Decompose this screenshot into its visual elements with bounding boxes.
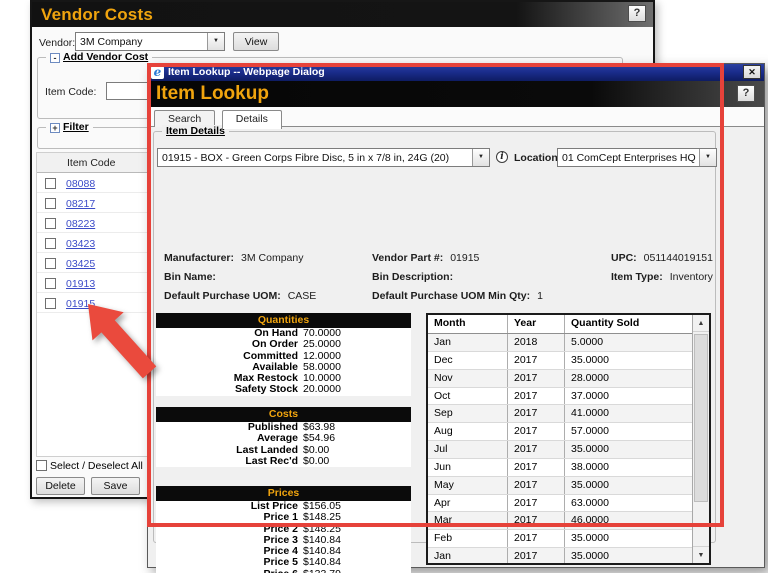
table-row: May 2017 35.0000 — [428, 477, 709, 495]
quantities-header: Quantities — [156, 313, 411, 328]
location-select[interactable]: 01 ComCept Enterprises HQ ▼ — [557, 148, 717, 167]
column-quantity-sold[interactable]: Quantity Sold — [565, 315, 692, 333]
dialog-header: Item Lookup ? — [148, 81, 764, 107]
table-row: Apr 2017 63.0000 — [428, 495, 709, 513]
info-column-2: Vendor Part #:01915Bin Description:Defau… — [372, 252, 543, 309]
usage-table-header: Month Year Quantity Sold — [428, 315, 709, 334]
costs-section: Costs Published$63.98Average$54.96Last L… — [156, 407, 411, 467]
prices-header: Prices — [156, 486, 411, 501]
info-field: Manufacturer:3M Company — [164, 252, 316, 271]
dialog-body: Item Details 01915 - BOX - Green Corps F… — [148, 127, 764, 567]
help-button[interactable]: ? — [628, 5, 646, 22]
item-code-link[interactable]: 01913 — [66, 278, 95, 290]
table-row: Mar 2017 46.0000 — [428, 512, 709, 530]
info-field: Default Purchase UOM:CASE — [164, 290, 316, 309]
row-checkbox[interactable] — [45, 238, 56, 249]
info-field: Bin Description: — [372, 271, 543, 290]
close-icon[interactable]: ✕ — [743, 65, 761, 79]
column-month[interactable]: Month — [428, 315, 508, 333]
tab-strip: Search Details — [148, 107, 764, 127]
item-code-link[interactable]: 08088 — [66, 178, 95, 190]
save-button[interactable]: Save — [91, 477, 140, 495]
info-field: Bin Name: — [164, 271, 316, 290]
prices-section: Prices List Price$156.05Price 1$148.25Pr… — [156, 486, 411, 573]
quantity-row: On Order25.0000 — [156, 339, 411, 350]
filter-legend: Filter — [63, 121, 89, 133]
expand-icon[interactable]: + — [50, 123, 60, 133]
view-button[interactable]: View — [233, 32, 279, 51]
vendor-select[interactable]: 3M Company ▼ — [75, 32, 225, 51]
delete-button[interactable]: Delete — [36, 477, 85, 495]
scroll-up-icon[interactable]: ▲ — [693, 315, 709, 332]
price-row: Price 6$133.79 — [156, 569, 411, 573]
info-field: Item Type:Inventory — [611, 271, 713, 290]
info-field: Vendor Part #:01915 — [372, 252, 543, 271]
cost-row: Average$54.96 — [156, 433, 411, 444]
quantity-row: Safety Stock20.0000 — [156, 384, 411, 395]
vendor-costs-title: Vendor Costs — [32, 2, 653, 27]
item-code-link[interactable]: 03425 — [66, 258, 95, 270]
info-column-3: UPC:051144019151Item Type:Inventory — [611, 252, 713, 290]
table-row: Jan 2018 5.0000 — [428, 334, 709, 352]
row-checkbox[interactable] — [45, 178, 56, 189]
page-title: Item Lookup — [148, 81, 764, 107]
row-checkbox[interactable] — [45, 278, 56, 289]
row-checkbox[interactable] — [45, 198, 56, 209]
row-checkbox[interactable] — [45, 218, 56, 229]
info-field: Default Purchase UOM Min Qty:1 — [372, 290, 543, 309]
table-row: Jan 2017 35.0000 — [428, 548, 709, 565]
dialog-titlebar[interactable]: e Item Lookup -- Webpage Dialog ✕ — [148, 64, 764, 81]
scrollbar-thumb[interactable] — [694, 334, 708, 502]
scrollbar[interactable]: ▲ ▼ — [692, 315, 709, 563]
dialog-title: Item Lookup -- Webpage Dialog — [148, 64, 764, 81]
usage-table: Month Year Quantity Sold Jan 2018 5.0000 — [426, 313, 711, 565]
info-column-1: Manufacturer:3M CompanyBin Name:Default … — [164, 252, 316, 309]
table-row: Aug 2017 57.0000 — [428, 423, 709, 441]
table-row: Sep 2017 41.0000 — [428, 405, 709, 423]
info-icon[interactable]: i — [496, 151, 508, 163]
usage-rows: Jan 2018 5.0000 Dec 2017 35.0000 Nov — [428, 334, 709, 565]
internet-explorer-icon: e — [151, 66, 164, 79]
item-details-legend: Item Details — [162, 125, 229, 137]
column-year[interactable]: Year — [508, 315, 565, 333]
table-row: Nov 2017 28.0000 — [428, 370, 709, 388]
vendor-label: Vendor: — [39, 37, 75, 49]
red-arrow-annotation — [53, 298, 163, 398]
row-checkbox[interactable] — [45, 258, 56, 269]
select-all-checkbox[interactable] — [36, 460, 47, 471]
chevron-down-icon: ▼ — [207, 33, 224, 50]
location-label: Location: — [514, 152, 561, 164]
add-vendor-cost-legend: Add Vendor Cost — [63, 51, 148, 63]
price-row: Price 1$148.25 — [156, 512, 411, 523]
chevron-down-icon: ▼ — [472, 149, 489, 166]
chevron-down-icon: ▼ — [699, 149, 716, 166]
screen: Vendor Costs ? Vendor: 3M Company ▼ View… — [0, 0, 768, 573]
table-row: Dec 2017 35.0000 — [428, 352, 709, 370]
table-row: Feb 2017 35.0000 — [428, 530, 709, 548]
scroll-down-icon[interactable]: ▼ — [693, 546, 709, 563]
table-row: Oct 2017 37.0000 — [428, 388, 709, 406]
costs-header: Costs — [156, 407, 411, 422]
cost-row: Last Rec'd$0.00 — [156, 456, 411, 467]
item-code-link[interactable]: 08217 — [66, 198, 95, 210]
item-code-link[interactable]: 08223 — [66, 218, 95, 230]
table-row: Jul 2017 35.0000 — [428, 441, 709, 459]
tab-details[interactable]: Details — [222, 110, 282, 129]
quantities-section: Quantities On Hand70.0000On Order25.0000… — [156, 313, 411, 396]
item-select[interactable]: 01915 - BOX - Green Corps Fibre Disc, 5 … — [157, 148, 490, 167]
item-code-label: Item Code: — [45, 86, 96, 98]
item-lookup-dialog: e Item Lookup -- Webpage Dialog ✕ Item L… — [147, 63, 765, 568]
info-field: UPC:051144019151 — [611, 252, 713, 271]
help-button[interactable]: ? — [737, 85, 755, 102]
vendor-costs-titlebar: Vendor Costs ? — [32, 2, 653, 27]
item-code-link[interactable]: 03423 — [66, 238, 95, 250]
table-row: Jun 2017 38.0000 — [428, 459, 709, 477]
collapse-icon[interactable]: - — [50, 53, 60, 63]
